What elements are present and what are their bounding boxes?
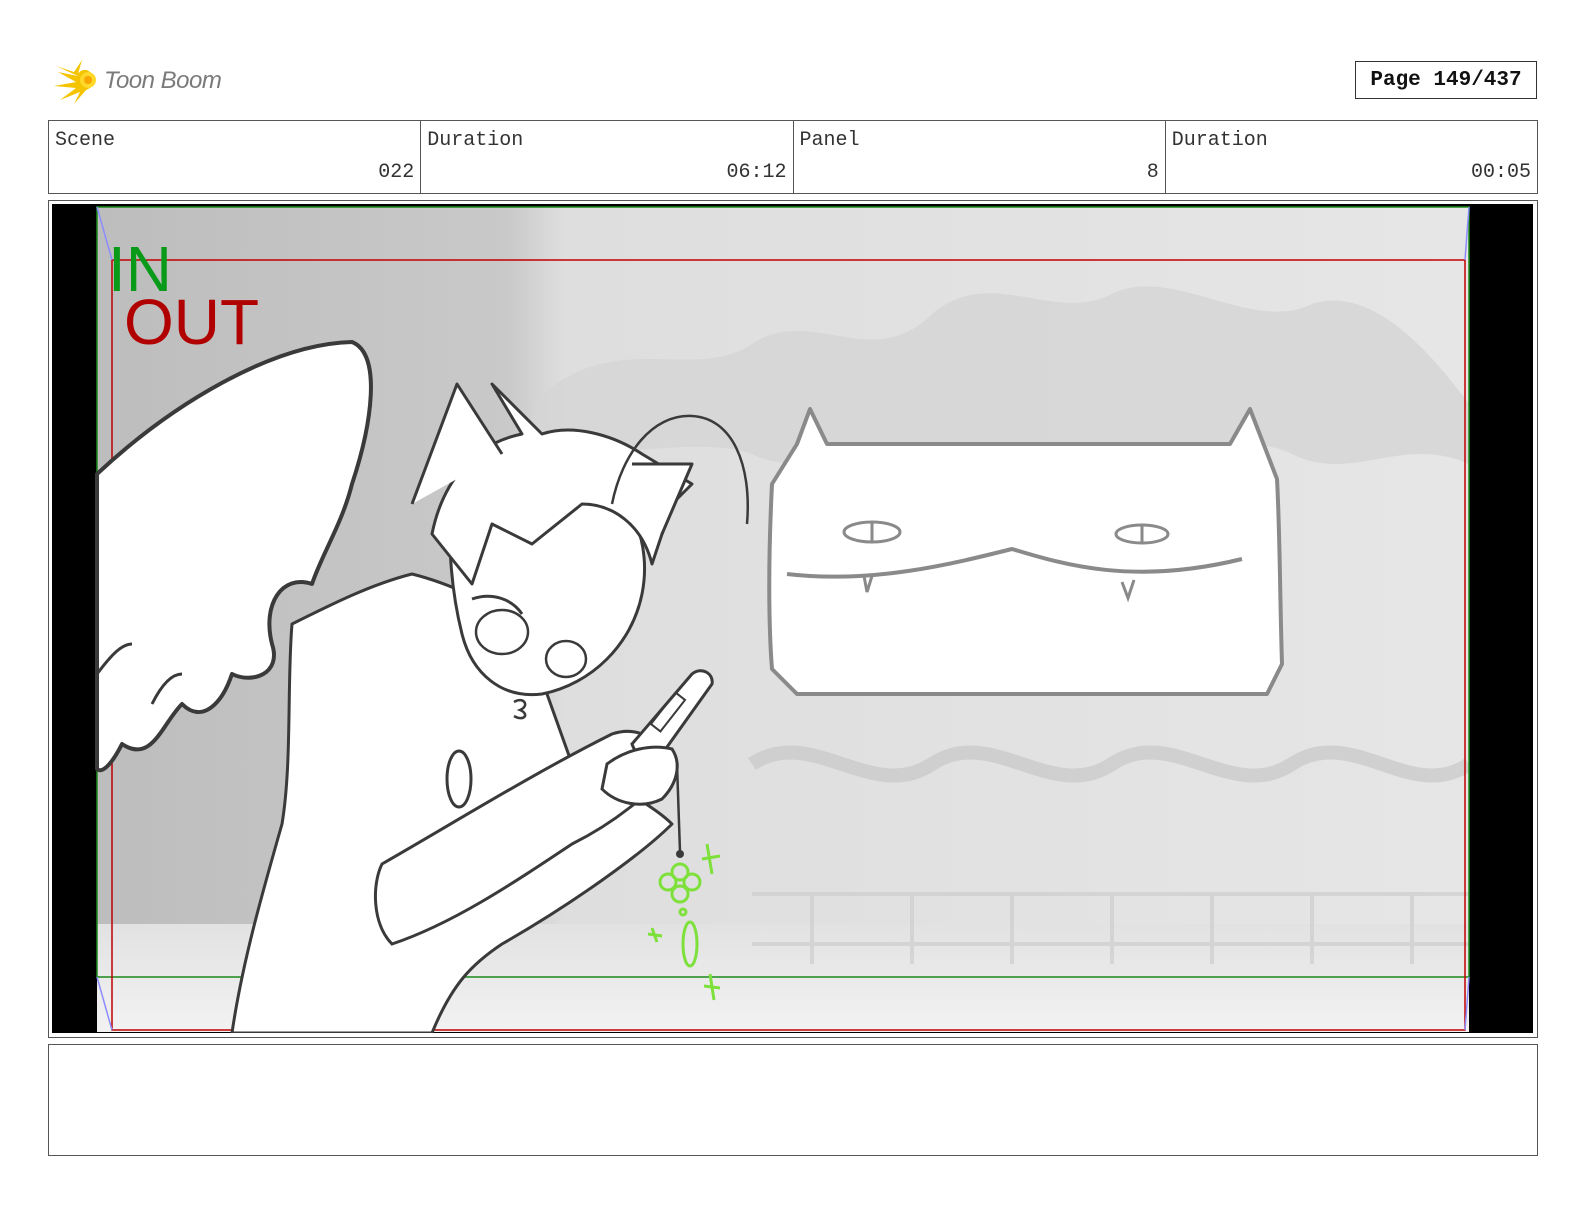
left-letterbox bbox=[52, 204, 97, 1033]
scene-duration-cell: Duration 06:12 bbox=[421, 121, 794, 193]
scene-info-table: Scene 022 Duration 06:12 Panel 8 Duratio… bbox=[48, 120, 1538, 194]
out-label: OUT bbox=[124, 286, 259, 358]
page-indicator: Page 149/437 bbox=[1355, 61, 1537, 99]
starburst-logo-icon bbox=[54, 60, 96, 104]
scene-label: Scene bbox=[55, 129, 116, 152]
panel-duration-cell: Duration 00:05 bbox=[1166, 121, 1537, 193]
panel-value: 8 bbox=[1146, 161, 1159, 184]
right-letterbox bbox=[1469, 204, 1533, 1033]
charm-bead bbox=[676, 850, 684, 858]
panel-duration-value: 00:05 bbox=[1470, 161, 1531, 184]
scene-duration-value: 06:12 bbox=[726, 161, 787, 184]
panel-cell: Panel 8 bbox=[794, 121, 1166, 193]
panel-label: Panel bbox=[799, 129, 860, 152]
scene-duration-label: Duration bbox=[427, 129, 524, 152]
storyboard-panel-image: IN OUT bbox=[52, 204, 1533, 1033]
storyboard-panel-frame: IN OUT bbox=[48, 200, 1538, 1038]
logo-text: Toon Boom bbox=[104, 67, 222, 94]
toon-boom-logo: Toon Boom bbox=[52, 56, 222, 106]
scene-cell: Scene 022 bbox=[49, 121, 422, 193]
panel-duration-label: Duration bbox=[1171, 129, 1268, 152]
storyboard-sketch: IN OUT bbox=[52, 204, 1533, 1033]
scene-value: 022 bbox=[378, 161, 415, 184]
panel-notes-box bbox=[48, 1044, 1538, 1156]
